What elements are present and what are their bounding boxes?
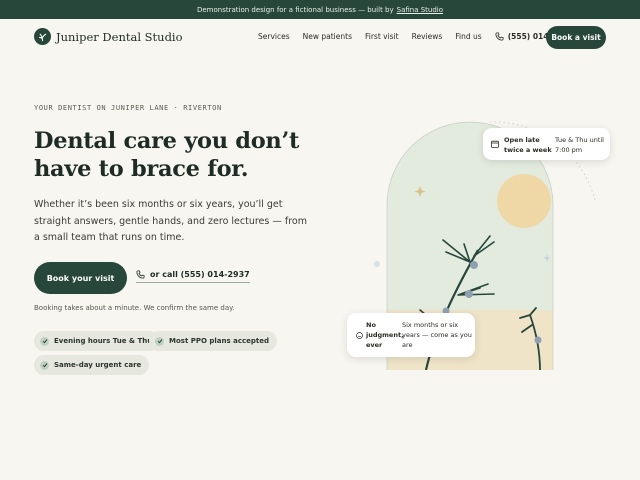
studio-link[interactable]: Safina Studio: [397, 6, 443, 14]
chip-label: Most PPO plans accepted: [169, 337, 269, 345]
brand-name: Juniper Dental Studio: [56, 29, 183, 44]
hours-card-detail: Tue & Thu until 7:00 pm: [555, 136, 604, 154]
nav-links: Services New patients First visit Review…: [258, 32, 572, 41]
booking-note: Booking takes about a minute. We confirm…: [34, 304, 235, 312]
hero-headline: Dental care you don’t have to brace for.: [34, 127, 334, 183]
nav-link-first-visit[interactable]: First visit: [365, 32, 399, 41]
calendar-icon: [491, 140, 499, 148]
no-judgment-card-title: No judgment, ever: [366, 321, 404, 349]
phone-icon: [495, 32, 504, 41]
no-judgment-card: No judgment, ever Six months or six year…: [347, 313, 475, 357]
demo-banner-text: Demonstration design for a fictional bus…: [196, 5, 394, 14]
hero-illustration: Open late twice a week Tue & Thu until 7…: [340, 110, 630, 390]
hours-card-title: Open late twice a week: [504, 136, 552, 154]
check-icon: [40, 360, 49, 370]
demo-banner: Demonstration design for a fictional bus…: [0, 0, 640, 19]
nav-link-services[interactable]: Services: [258, 32, 290, 41]
chip-ppo-plans: Most PPO plans accepted: [149, 331, 277, 351]
no-judgment-card-detail: Six months or six years — come as you ar…: [402, 321, 472, 349]
check-icon: [40, 336, 49, 346]
nav-link-reviews[interactable]: Reviews: [412, 32, 443, 41]
hero-headline-line-1: Dental care you don’t: [34, 128, 300, 154]
chip-label: Evening hours Tue & Thu: [54, 337, 153, 345]
brand-logo[interactable]: Juniper Dental Studio: [34, 28, 183, 45]
smile-icon: [356, 332, 363, 339]
chip-label: Same-day urgent care: [54, 361, 142, 369]
tooth-logo-icon: [34, 28, 51, 45]
call-link[interactable]: or call (555) 014-2937: [136, 270, 250, 283]
hero-lead: Whether it’s been six months or six year…: [34, 199, 307, 243]
call-link-text: or call (555) 014-2937: [150, 270, 250, 279]
book-your-visit-button[interactable]: Book your visit: [34, 262, 127, 294]
nav-link-find-us[interactable]: Find us: [455, 32, 481, 41]
chip-same-day-urgent: Same-day urgent care: [34, 355, 150, 375]
nav-link-new-patients[interactable]: New patients: [303, 32, 352, 41]
hero-headline-line-2: have to brace for.: [34, 156, 249, 182]
hero-eyebrow: YOUR DENTIST ON JUNIPER LANE · RIVERTON: [34, 104, 222, 112]
book-a-visit-button[interactable]: Book a visit: [546, 26, 606, 49]
chip-evening-hours: Evening hours Tue & Thu: [34, 331, 161, 351]
main-nav: Juniper Dental Studio Services New patie…: [0, 19, 640, 59]
hours-card: Open late twice a week Tue & Thu until 7…: [483, 128, 610, 160]
phone-icon: [136, 270, 145, 279]
check-icon: [155, 336, 164, 346]
